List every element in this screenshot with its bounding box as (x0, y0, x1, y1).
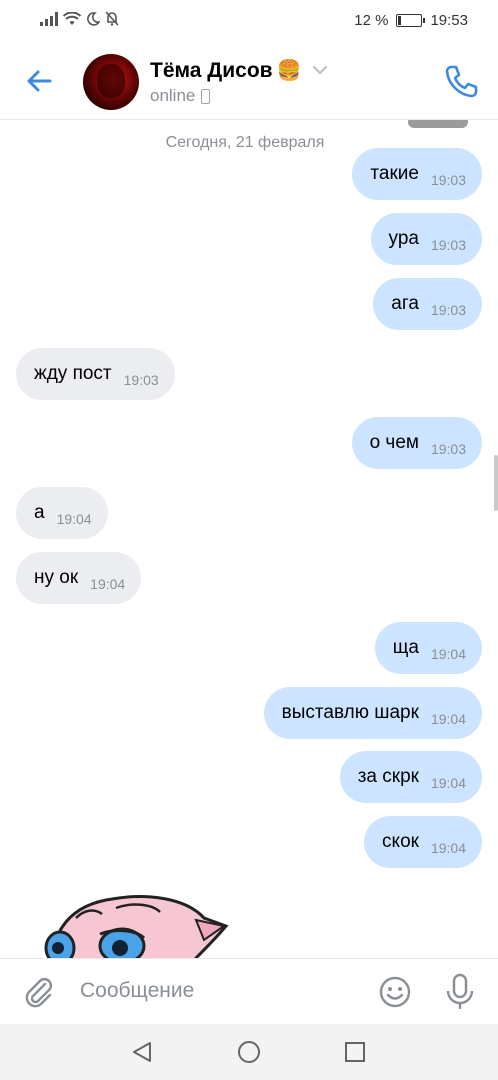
message-input[interactable]: Сообщение (80, 979, 194, 1003)
message-time: 19:04 (56, 511, 92, 527)
message-text: такие (370, 163, 419, 184)
outgoing-message[interactable]: выставлю шарк 19:04 (263, 687, 482, 739)
date-separator-text: Сегодня, 21 февраля (165, 134, 325, 151)
status-time: 19:53 (430, 12, 468, 29)
attach-icon[interactable] (22, 975, 56, 1009)
message-time: 19:03 (430, 172, 466, 188)
message-text: за скрк (357, 766, 419, 787)
message-text: ну ок (34, 567, 79, 588)
message-time: 19:03 (430, 237, 466, 253)
message-composer: Сообщение (0, 958, 498, 1024)
message-time: 19:04 (90, 576, 126, 592)
chevron-down-icon[interactable] (310, 60, 330, 80)
nav-home-icon[interactable] (237, 1040, 261, 1064)
microphone-icon[interactable] (444, 973, 476, 1011)
signal-icon (40, 11, 58, 26)
avatar[interactable] (83, 54, 139, 110)
moon-icon (87, 11, 100, 26)
presence-status: online (150, 86, 211, 106)
sticker-sphynx-cat[interactable] (36, 878, 236, 958)
outgoing-message[interactable]: о чем 19:03 (351, 417, 482, 469)
battery-percent: 12 % (354, 12, 389, 29)
message-text: выставлю шарк (281, 702, 419, 723)
bell-muted-icon (105, 11, 119, 26)
message-text: а (34, 502, 45, 523)
mobile-device-icon (201, 88, 211, 104)
wifi-icon (63, 11, 81, 25)
incoming-message[interactable]: жду пост 19:03 (16, 348, 175, 400)
outgoing-message[interactable]: ага 19:03 (373, 278, 482, 330)
message-time: 19:04 (430, 840, 466, 856)
message-time: 19:04 (430, 646, 466, 662)
scrollbar[interactable] (494, 455, 498, 511)
nav-recents-icon[interactable] (343, 1040, 367, 1064)
message-text: ща (392, 637, 419, 658)
message-time: 19:03 (123, 372, 159, 388)
outgoing-message[interactable]: за скрк 19:04 (339, 751, 482, 803)
outgoing-message[interactable]: скок 19:04 (364, 816, 482, 868)
previous-message-fragment (318, 120, 468, 132)
contact-name[interactable]: Тёма Дисов 🍔 (150, 58, 301, 83)
outgoing-message[interactable]: ура 19:03 (370, 213, 482, 265)
presence-text: online (150, 86, 196, 105)
status-icons-right: 12 % 19:53 (354, 12, 468, 29)
status-bar: 12 % 19:53 (0, 0, 498, 42)
phone-call-icon[interactable] (442, 62, 480, 100)
nav-back-icon[interactable] (130, 1040, 154, 1064)
contact-name-text: Тёма Дисов (150, 58, 273, 82)
message-time: 19:04 (430, 711, 466, 727)
message-text: скок (382, 831, 419, 852)
emoji-icon[interactable] (378, 975, 412, 1009)
incoming-message[interactable]: а 19:04 (16, 487, 108, 539)
message-text: жду пост (34, 363, 112, 384)
message-text: ура (388, 228, 419, 249)
message-time: 19:04 (430, 775, 466, 791)
chat-header: Тёма Дисов 🍔 online (0, 42, 498, 120)
burger-emoji: 🍔 (276, 60, 302, 82)
message-text: о чем (369, 432, 419, 453)
message-time: 19:03 (430, 441, 466, 457)
message-time: 19:03 (430, 302, 466, 318)
outgoing-message[interactable]: ща 19:04 (374, 622, 482, 674)
message-text: ага (391, 293, 419, 314)
battery-fill (398, 16, 402, 25)
back-arrow-icon[interactable] (22, 64, 56, 98)
battery-icon (396, 14, 426, 27)
system-navigation-bar (0, 1024, 498, 1080)
message-list[interactable]: Сегодня, 21 февраля такие 19:03 ура 19:03 аг… (0, 120, 498, 958)
status-icons-left (40, 11, 119, 26)
outgoing-message[interactable]: такие 19:03 (352, 148, 482, 200)
incoming-message[interactable]: ну ок 19:04 (16, 552, 142, 604)
